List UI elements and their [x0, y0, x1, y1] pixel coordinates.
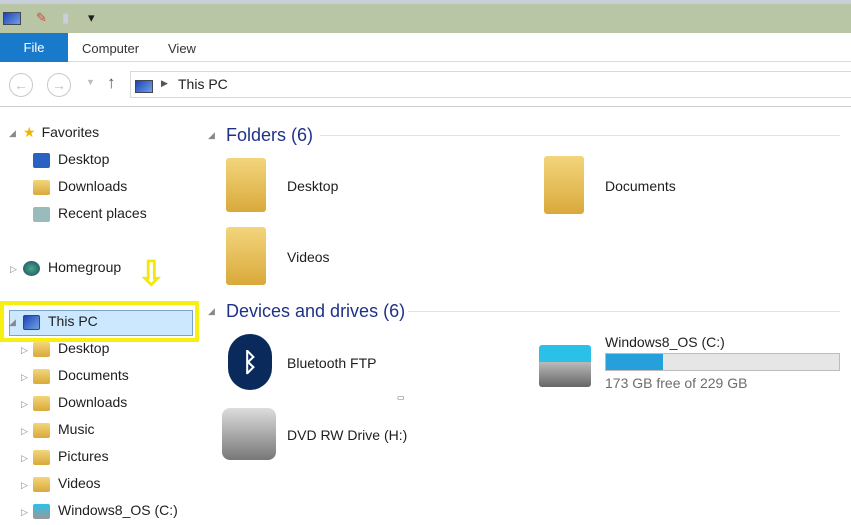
dvd-drive-icon — [222, 408, 276, 460]
device-dvd-drive[interactable]: DVD RW Drive (H:) — [287, 427, 407, 443]
sidebar-item-downloads[interactable]: Downloads — [33, 173, 127, 199]
recent-places-icon — [33, 206, 50, 222]
sidebar-item-videos[interactable]: Videos — [33, 470, 101, 496]
computer-icon — [135, 77, 153, 93]
sidebar-homegroup[interactable]: Homegroup — [23, 254, 121, 280]
homegroup-icon — [23, 260, 40, 276]
devices-header[interactable]: Devices and drives (6) — [226, 301, 405, 322]
recent-locations-icon[interactable]: ▼ — [86, 77, 95, 87]
videos-folder-icon — [226, 227, 266, 285]
address-bar[interactable]: ▶ This PC — [130, 71, 851, 98]
drive-usage-bar — [605, 353, 840, 371]
folder-videos[interactable]: Videos — [287, 249, 330, 265]
folder-icon — [33, 449, 50, 465]
device-bluetooth-ftp[interactable]: Bluetooth FTP — [287, 355, 377, 371]
sidebar-item-recent-places[interactable]: Recent places — [33, 200, 147, 226]
breadcrumb[interactable]: This PC — [178, 76, 228, 92]
folder-icon — [33, 368, 50, 384]
up-button[interactable]: ↑ — [107, 73, 116, 93]
properties-icon[interactable]: ✎ — [36, 10, 47, 26]
windows-drive-icon — [539, 345, 591, 387]
forward-button[interactable]: → — [47, 73, 71, 97]
computer-icon — [3, 10, 21, 26]
tab-view[interactable]: View — [168, 41, 196, 56]
sidebar-item-documents[interactable]: Documents — [33, 362, 129, 388]
sidebar-this-pc[interactable]: This PC — [23, 308, 98, 334]
down-arrow-annotation: ⇩ — [137, 255, 166, 293]
folder-desktop[interactable]: Desktop — [287, 178, 338, 194]
folder-icon — [33, 395, 50, 411]
new-folder-icon[interactable]: ▮ — [62, 10, 69, 26]
title-bar: ✎ ▮ ▾ — [0, 0, 851, 33]
folder-icon — [33, 341, 50, 357]
drive-usage-fill — [606, 354, 664, 370]
customize-toolbar-icon[interactable]: ▾ — [88, 10, 95, 26]
sidebar-item-music[interactable]: Music — [33, 416, 95, 442]
sidebar-item-windows8-os[interactable]: Windows8_OS (C:) — [33, 497, 178, 523]
chevron-right-icon[interactable]: ▶ — [161, 78, 168, 89]
sidebar-item-desktop[interactable]: Desktop — [33, 146, 109, 172]
folder-icon — [33, 476, 50, 492]
sidebar-item-pc-desktop[interactable]: Desktop — [33, 335, 109, 361]
computer-icon — [23, 314, 40, 330]
sidebar-item-pc-downloads[interactable]: Downloads — [33, 389, 127, 415]
drive-icon — [33, 503, 50, 519]
documents-folder-icon — [544, 156, 584, 214]
small-window-icon: ▭ — [397, 393, 405, 402]
desktop-icon — [33, 152, 50, 168]
desktop-folder-icon — [226, 158, 266, 212]
folder-icon — [33, 422, 50, 438]
bluetooth-icon: ᛒ — [228, 334, 272, 390]
file-tab[interactable]: File — [0, 33, 68, 62]
tab-computer[interactable]: Computer — [82, 41, 139, 56]
back-button[interactable]: ← — [9, 73, 33, 97]
downloads-icon — [33, 179, 50, 195]
sidebar-favorites[interactable]: ★ Favorites — [23, 119, 99, 145]
ribbon: File Computer View — [0, 33, 851, 62]
folder-documents[interactable]: Documents — [605, 178, 676, 194]
sidebar-item-pictures[interactable]: Pictures — [33, 443, 109, 469]
navigation-bar: ← → ▼ ↑ ▶ This PC — [0, 63, 851, 107]
star-icon: ★ — [23, 124, 36, 140]
folders-header[interactable]: Folders (6) — [226, 125, 313, 146]
drive-name[interactable]: Windows8_OS (C:) — [605, 334, 725, 350]
drive-free-space: 173 GB free of 229 GB — [605, 375, 748, 391]
